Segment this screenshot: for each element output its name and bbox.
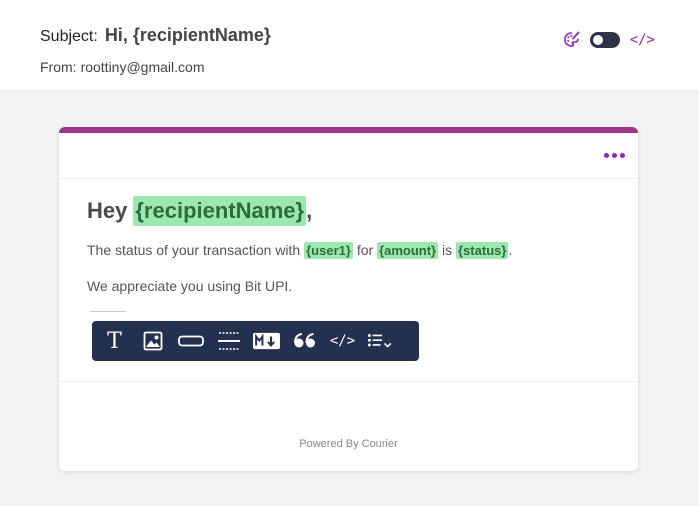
block-toolbar: T </> — [92, 321, 419, 361]
status-paragraph[interactable]: The status of your transaction with {use… — [87, 242, 513, 259]
card-accent-bar — [59, 127, 638, 133]
greeting-suffix: , — [306, 198, 313, 223]
subject-label: Subject: — [40, 28, 98, 45]
menu-dot — [620, 153, 625, 158]
markdown-icon[interactable] — [253, 327, 280, 355]
email-header: Subject: Hi, {recipientName} From: roott… — [0, 0, 699, 90]
variable-amount[interactable]: {amount} — [377, 242, 439, 259]
card-top-divider — [59, 178, 638, 179]
para-text: for — [356, 242, 374, 258]
powered-by-text: Powered By Courier — [299, 438, 398, 450]
code-icon[interactable]: </> — [329, 327, 356, 355]
header-tools: </> — [563, 31, 655, 48]
list-icon[interactable] — [367, 327, 394, 355]
menu-dot — [612, 153, 617, 158]
card-bottom-divider — [59, 381, 638, 382]
appreciation-paragraph[interactable]: We appreciate you using Bit UPI. — [87, 278, 292, 294]
insertion-line — [90, 311, 126, 312]
variable-recipient-name[interactable]: {recipientName} — [133, 196, 307, 226]
quote-icon[interactable] — [291, 327, 318, 355]
from-label: From: — [40, 59, 77, 75]
subject-row: Subject: Hi, {recipientName} — [40, 25, 271, 46]
menu-dot — [604, 153, 609, 158]
subject-value[interactable]: Hi, {recipientName} — [105, 25, 271, 46]
code-view-icon[interactable]: </> — [630, 32, 655, 48]
from-row: From: roottiny@gmail.com — [40, 59, 204, 75]
para-text: The status of your transaction with — [87, 242, 301, 258]
email-card: Hey {recipientName} , The status of your… — [59, 127, 638, 471]
palette-icon[interactable] — [563, 31, 580, 48]
image-icon[interactable] — [139, 327, 166, 355]
preview-toggle[interactable] — [589, 31, 620, 48]
button-icon[interactable] — [177, 327, 204, 355]
para-text: . — [508, 242, 513, 258]
divider-icon[interactable] — [215, 327, 242, 355]
greeting-prefix: Hey — [87, 198, 128, 223]
greeting-heading[interactable]: Hey {recipientName} , — [87, 196, 312, 226]
text-icon[interactable]: T — [101, 327, 128, 355]
from-value[interactable]: roottiny@gmail.com — [81, 59, 205, 75]
toggle-knob — [592, 34, 603, 45]
para-text: is — [442, 242, 453, 258]
more-options-icon[interactable] — [602, 151, 627, 160]
variable-user1[interactable]: {user1} — [304, 242, 353, 259]
variable-status[interactable]: {status} — [456, 242, 509, 259]
